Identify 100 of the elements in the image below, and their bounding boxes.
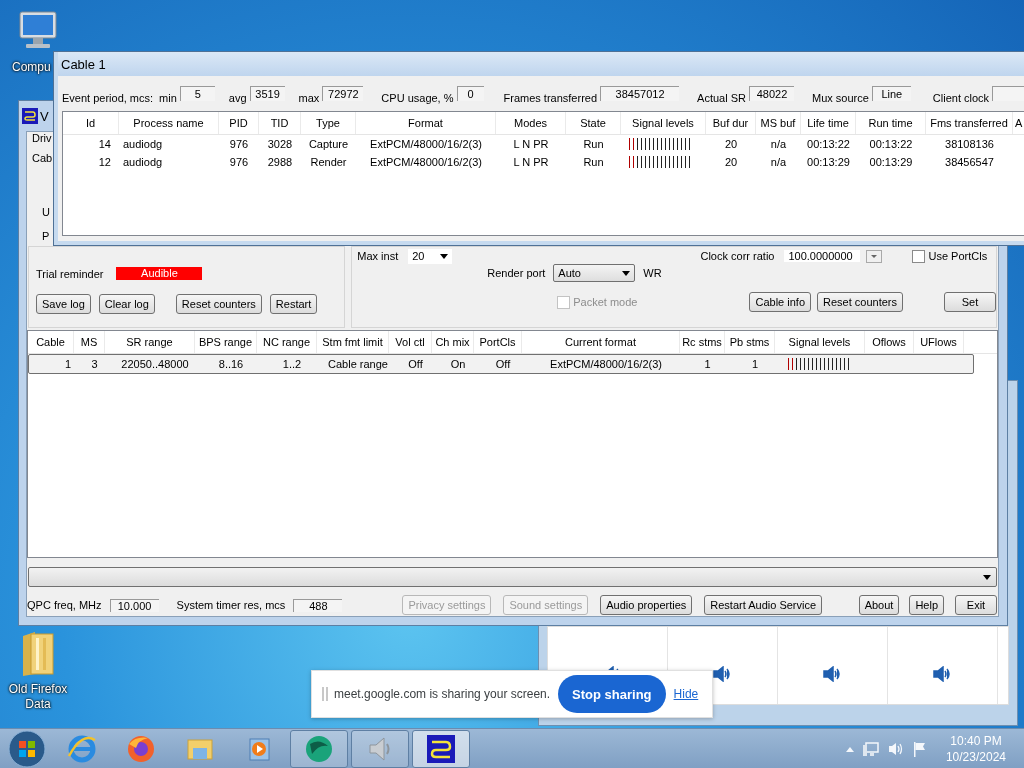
table-cell-text: 00:13:22 — [868, 137, 914, 152]
column-header[interactable]: Modes — [496, 112, 566, 134]
qpc-value: 10.000 — [109, 598, 159, 612]
column-header[interactable]: SR range — [105, 331, 195, 353]
stat-label: avg — [228, 92, 247, 104]
show-hidden-icon[interactable] — [845, 746, 854, 752]
table-cell-text: Off — [494, 357, 512, 372]
window-title: V — [40, 108, 49, 124]
column-header[interactable]: Life time — [801, 112, 856, 134]
action-button[interactable]: Restart Audio Service — [704, 595, 823, 615]
table-cell-text: 1 — [750, 357, 760, 372]
column-header[interactable]: MS — [74, 331, 105, 353]
network-icon[interactable] — [861, 741, 880, 757]
column-header[interactable]: PID — [219, 112, 259, 134]
cable-button[interactable]: Reset counters — [817, 292, 903, 312]
column-header[interactable]: NC range — [257, 331, 317, 353]
column-header[interactable]: State — [566, 112, 621, 134]
column-header[interactable]: Current format — [522, 331, 680, 353]
table-cell-text: Render — [309, 155, 348, 170]
cable-button[interactable]: Cable info — [749, 292, 811, 312]
cable-button[interactable]: Set — [944, 292, 996, 312]
column-header[interactable]: Run time — [856, 112, 926, 134]
column-header[interactable]: PortCls — [474, 331, 522, 353]
fox-globe-icon — [126, 734, 156, 764]
stop-sharing-button[interactable]: Stop sharing — [558, 675, 666, 713]
flag-icon[interactable] — [911, 741, 928, 757]
column-header[interactable]: Pb stms — [725, 331, 775, 353]
stat-value: 72972 — [322, 86, 364, 101]
log-button[interactable]: Reset counters — [175, 294, 262, 314]
column-header[interactable]: UFlows — [914, 331, 964, 353]
table-cell-text: ExtPCM/48000/16/2(3) — [369, 137, 483, 152]
column-header[interactable]: Stm fmt limit — [317, 331, 389, 353]
volume-icon[interactable] — [887, 741, 904, 757]
label: U — [42, 206, 50, 218]
taskbar-app[interactable] — [412, 730, 470, 768]
table-cell-text: ExtPCM/48000/16/2(3) — [549, 357, 663, 372]
table-cell-text: 20 — [723, 137, 739, 152]
label: P — [42, 230, 50, 242]
trial-reminder-value: Audible — [116, 267, 203, 280]
stat-value: Line — [871, 86, 911, 101]
column-header[interactable]: Ch mix — [432, 331, 474, 353]
stat-label: min — [159, 92, 177, 104]
table-cell-text: 38108136 — [944, 137, 995, 152]
column-header[interactable]: Type — [301, 112, 356, 134]
folder-icon[interactable] — [21, 630, 55, 678]
action-button[interactable]: Exit — [955, 595, 997, 615]
use-portcls-checkbox[interactable]: Use PortCls — [912, 249, 988, 263]
time-text: 10:40 PM — [950, 733, 1002, 749]
column-header[interactable]: MS buf — [756, 112, 801, 134]
table-cell-text: L N PR — [512, 155, 550, 170]
table-cell-text: 2988 — [266, 155, 294, 170]
start-button[interactable] — [8, 730, 46, 768]
clock-corr-label: Clock corr ratio — [700, 250, 775, 262]
hide-link[interactable]: Hide — [673, 687, 699, 701]
spin-button[interactable] — [866, 249, 883, 263]
clock-corr-field[interactable]: 100.0000000 — [784, 250, 861, 262]
share-message: meet.google.com is sharing your screen. — [334, 687, 551, 701]
column-header[interactable]: TID — [259, 112, 301, 134]
column-header[interactable]: Signal levels — [621, 112, 706, 134]
table-cell-text: 12 — [97, 155, 112, 170]
table-cell-text: 976 — [228, 137, 250, 152]
table-row[interactable]: 1 3 22050..48000 8..16 1..2 Cable range Off On Off ExtPCM/48000/16/2(3) 1 1 — [28, 354, 974, 374]
mode-label: WR — [643, 267, 662, 279]
table-cell-text: 00:13:29 — [806, 155, 851, 170]
stat-label: Mux source — [811, 92, 869, 104]
action-button[interactable]: Help — [909, 595, 944, 615]
table-cell-text: audiodg — [122, 137, 164, 152]
taskbar-app[interactable] — [290, 730, 348, 768]
speaker-icon — [712, 666, 733, 682]
column-header[interactable]: Format — [356, 112, 496, 134]
column-header[interactable]: Fms transferred — [926, 112, 1013, 134]
log-dropdown[interactable] — [28, 567, 997, 587]
column-header[interactable]: Process name — [119, 112, 219, 134]
action-button[interactable]: About — [858, 595, 900, 615]
table-cell-text: 1 — [63, 357, 72, 372]
stat-value: 5 — [179, 86, 215, 101]
cable-icon — [22, 108, 38, 124]
column-header[interactable]: Id — [63, 112, 119, 134]
desktop-icon-label[interactable]: Compu — [12, 60, 51, 75]
column-header[interactable]: Oflows — [865, 331, 914, 353]
max-inst-dropdown[interactable]: 20 — [408, 248, 453, 264]
column-header[interactable]: A — [1013, 112, 1024, 134]
log-button[interactable]: Clear log — [98, 294, 155, 314]
render-port-dropdown[interactable]: Auto — [553, 264, 636, 282]
speaker-icon — [822, 666, 843, 682]
drag-handle-icon[interactable] — [322, 687, 328, 701]
log-button[interactable]: Restart — [269, 294, 318, 314]
action-button[interactable]: Audio properties — [600, 595, 693, 615]
timer-label: System timer res, mcs — [176, 599, 286, 611]
log-button[interactable]: Save log — [36, 294, 91, 314]
column-header[interactable]: Buf dur — [706, 112, 756, 134]
column-header[interactable]: BPS range — [195, 331, 257, 353]
timer-value: 488 — [293, 598, 343, 612]
table-cell-text: 1..2 — [281, 357, 303, 372]
table-cell-text: 38456547 — [944, 155, 995, 170]
column-header[interactable]: Cable — [28, 331, 74, 353]
column-header[interactable]: Vol ctl — [389, 331, 432, 353]
column-header[interactable]: Signal levels — [775, 331, 865, 353]
column-header[interactable]: Rc stms — [680, 331, 725, 353]
table-cell-text: Run — [582, 137, 605, 152]
